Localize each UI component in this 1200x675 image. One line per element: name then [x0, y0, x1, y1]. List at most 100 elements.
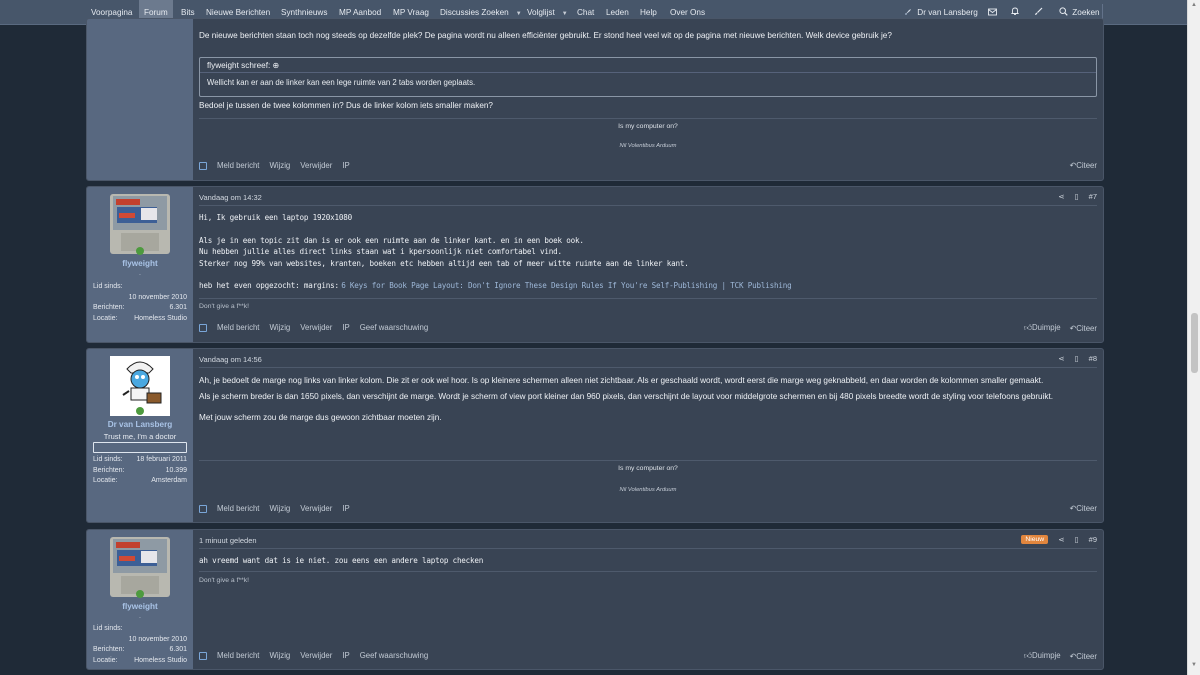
quote-header[interactable]: flyweight schreef: ⊕ [200, 58, 1096, 73]
chevron-down-icon[interactable]: ▼ [516, 11, 522, 17]
avatar[interactable] [109, 355, 171, 417]
select-checkbox[interactable] [199, 323, 207, 332]
post-timestamp[interactable]: Vandaag om 14:32 [199, 193, 262, 202]
post-number[interactable]: #9 [1089, 535, 1097, 544]
quote-text: Wellicht kan er aan de linker kan een le… [207, 78, 476, 87]
post-actions-right: ↶Citeer [1070, 504, 1097, 513]
bookmark-icon[interactable]: ▯ [1075, 535, 1079, 544]
like-button[interactable]: 👍︎Duimpje [1024, 651, 1061, 661]
post-timestamp[interactable]: Vandaag om 14:56 [199, 355, 262, 364]
quote-button[interactable]: ↶Citeer [1070, 324, 1097, 333]
expand-quote-icon[interactable]: ⊕ [273, 61, 280, 70]
ip-link[interactable]: IP [342, 161, 349, 170]
posts-label: Berichten: [93, 304, 125, 311]
post-main: Vandaag om 14:56 ⋖ ▯ #8 Ah, je bedoelt d… [193, 349, 1103, 522]
like-label: Duimpje [1032, 323, 1061, 332]
avatar[interactable] [109, 193, 171, 255]
edit-link[interactable]: Wijzig [269, 323, 290, 332]
user-info: Lid sinds: 18 februari 2011 Berichten: 10.… [93, 455, 187, 487]
report-link[interactable]: Meld bericht [217, 161, 259, 170]
warn-link[interactable]: Geef waarschuwing [360, 651, 428, 660]
signature-line-1: Is my computer on? [618, 123, 678, 130]
post-header-icons: Nieuw ⋖ ▯ #9 [1021, 535, 1097, 544]
quote-label: Citeer [1076, 323, 1097, 333]
header-divider [199, 548, 1097, 549]
delete-link[interactable]: Verwijder [300, 651, 332, 660]
post-timestamp[interactable]: 1 minuut geleden [199, 536, 257, 545]
delete-link[interactable]: Verwijder [300, 323, 332, 332]
signature: Don't give a f**k! [199, 303, 250, 310]
user-title: . [139, 270, 141, 277]
post-actions: Meld bericht Wijzig Verwijder IP Geef wa… [199, 323, 428, 332]
post-number[interactable]: #7 [1089, 192, 1097, 201]
external-link[interactable]: 6 Keys for Book Page Layout: Don't Ignor… [341, 281, 792, 290]
report-link[interactable]: Meld bericht [217, 504, 259, 513]
joined-label: Lid sinds: [93, 456, 123, 463]
select-checkbox[interactable] [199, 161, 207, 170]
user-cell: Dr van Lansberg Trust me, I'm a doctor L… [87, 349, 193, 522]
quote-button[interactable]: ↶Citeer [1070, 161, 1097, 170]
select-checkbox[interactable] [199, 504, 207, 513]
post-actions: Meld bericht Wijzig Verwijder IP Geef wa… [199, 651, 428, 660]
user-info: Lid sinds: 10 november 2010 Berichten: 6.… [93, 282, 187, 324]
posts-value: 6.301 [169, 646, 187, 653]
scroll-down-icon[interactable]: ▼ [1191, 662, 1197, 668]
page-scrollbar[interactable]: ▲ ▼ [1187, 0, 1200, 675]
scrollbar-thumb[interactable] [1191, 313, 1198, 373]
report-link[interactable]: Meld bericht [217, 323, 259, 332]
paragraph: Bedoel je tussen de twee kolommen in? Du… [199, 101, 493, 110]
ip-link[interactable]: IP [342, 323, 349, 332]
edit-link[interactable]: Wijzig [269, 651, 290, 660]
ip-link[interactable]: IP [342, 504, 349, 513]
share-icon[interactable]: ⋖ [1058, 192, 1064, 201]
post-main: Vandaag om 14:32 ⋖ ▯ #7 Hi, Ik gebruik e… [193, 187, 1103, 342]
user-cell: flyweight . Lid sinds: 10 november 2010 … [87, 187, 193, 342]
delete-link[interactable]: Verwijder [300, 504, 332, 513]
post-actions-right: ↶Citeer [1070, 161, 1097, 170]
scroll-up-icon[interactable]: ▲ [1191, 2, 1197, 8]
signature-line-2: Nil Volentibus Arduum [619, 487, 677, 493]
quote-button[interactable]: ↶Citeer [1070, 504, 1097, 513]
edit-link[interactable]: Wijzig [269, 504, 290, 513]
user-title: Trust me, I'm a doctor [103, 432, 177, 441]
user-cell [87, 19, 193, 180]
share-icon[interactable]: ⋖ [1058, 354, 1064, 363]
search-icon [1059, 7, 1068, 16]
post-body: Hi, Ik gebruik een laptop 1920x1080 Als … [199, 212, 1097, 292]
username[interactable]: flyweight [87, 259, 193, 268]
signature-line-2: Nil Volentibus Arduum [619, 143, 677, 149]
paragraph: Ah, je bedoelt de marge nog links van li… [199, 376, 1044, 385]
paragraph: ah vreemd want dat is ie niet. zou eens … [199, 556, 484, 565]
quote-author: flyweight schreef: [207, 61, 271, 70]
posts-label: Berichten: [93, 646, 125, 653]
thumbs-up-icon: 👍︎ [1023, 651, 1033, 660]
user-title: . [139, 613, 141, 620]
search-label: Zoeken [1072, 8, 1100, 17]
quote-label: Citeer [1076, 161, 1097, 170]
bookmark-icon[interactable]: ▯ [1075, 354, 1079, 363]
post-header-icons: ⋖ ▯ #7 [1058, 192, 1097, 201]
ip-link[interactable]: IP [342, 651, 349, 660]
like-button[interactable]: 👍︎Duimpje [1024, 323, 1061, 333]
quote-label: Citeer [1076, 504, 1097, 513]
location-value: Amsterdam [151, 477, 187, 484]
tab-label: Discussies Zoeken [440, 8, 509, 17]
post-body: ah vreemd want dat is ie niet. zou eens … [199, 555, 1097, 566]
report-link[interactable]: Meld bericht [217, 651, 259, 660]
warn-link[interactable]: Geef waarschuwing [360, 323, 428, 332]
select-checkbox[interactable] [199, 651, 207, 660]
username[interactable]: Dr van Lansberg [87, 420, 193, 429]
username[interactable]: flyweight [87, 602, 193, 611]
bookmark-icon[interactable]: ▯ [1075, 192, 1079, 201]
edit-link[interactable]: Wijzig [269, 161, 290, 170]
location-value: Homeless Studio [134, 656, 187, 664]
delete-link[interactable]: Verwijder [300, 161, 332, 170]
quote-button[interactable]: ↶Citeer [1070, 652, 1097, 661]
joined-value: 10 november 2010 [128, 635, 187, 643]
share-icon[interactable]: ⋖ [1058, 535, 1064, 544]
avatar[interactable] [109, 536, 171, 598]
user-info: Lid sinds: 10 november 2010 Berichten: 6.… [93, 624, 187, 666]
post-number[interactable]: #8 [1089, 354, 1097, 363]
chevron-down-icon[interactable]: ▼ [562, 11, 568, 17]
